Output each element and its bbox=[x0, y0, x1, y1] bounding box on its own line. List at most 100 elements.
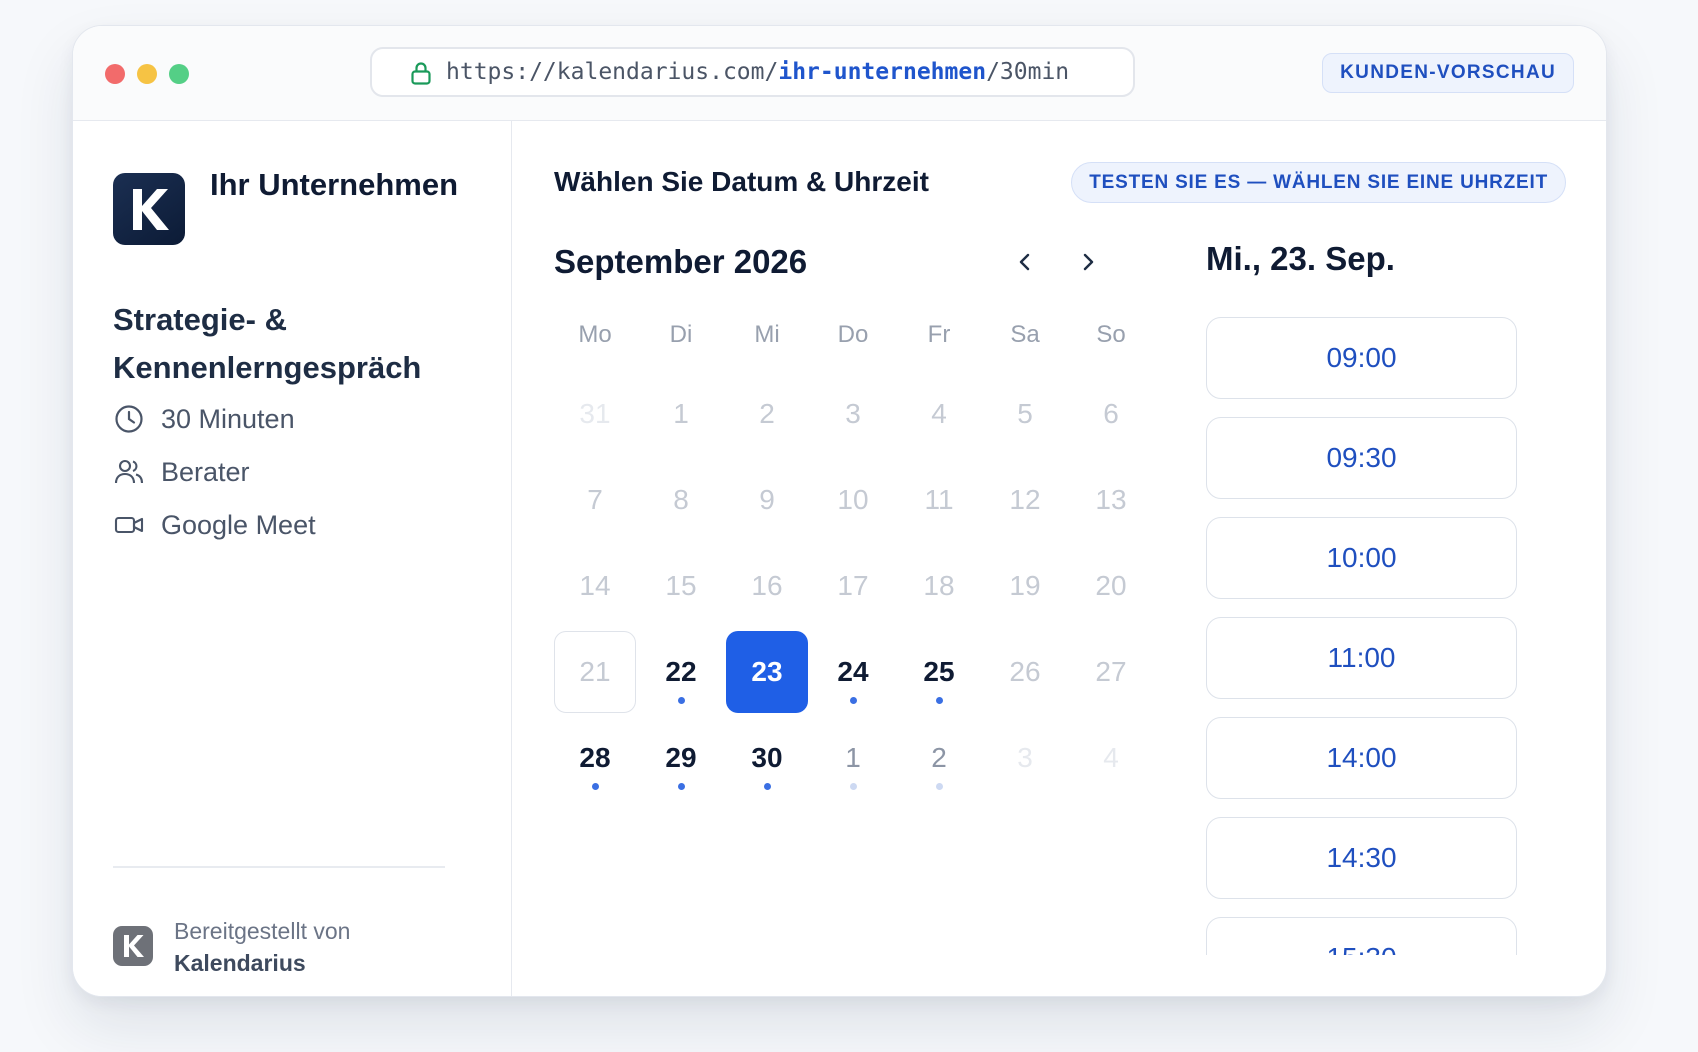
section-title: Wählen Sie Datum & Uhrzeit bbox=[554, 166, 929, 197]
calendar-day: 18 bbox=[898, 545, 980, 627]
calendar-day-number: 8 bbox=[673, 484, 689, 515]
close-window-button[interactable] bbox=[105, 64, 125, 84]
calendar-day: 3 bbox=[984, 717, 1066, 799]
address-bar[interactable]: https://kalendarius.com/ihr-unternehmen/… bbox=[370, 47, 1135, 97]
time-slot-button[interactable]: 09:00 bbox=[1206, 317, 1517, 399]
company-logo bbox=[113, 173, 185, 245]
video-camera-icon bbox=[114, 516, 144, 534]
time-slot-button[interactable]: 10:00 bbox=[1206, 517, 1517, 599]
calendar-day: 27 bbox=[1070, 631, 1152, 713]
time-slot-button[interactable]: 14:30 bbox=[1206, 817, 1517, 899]
calendar-day: 13 bbox=[1070, 459, 1152, 541]
url-prefix: https://kalendarius.com/ bbox=[446, 59, 779, 85]
calendar-day: 8 bbox=[640, 459, 722, 541]
availability-dot bbox=[850, 697, 857, 704]
url-highlight: ihr-unternehmen bbox=[778, 59, 987, 85]
availability-dot bbox=[764, 783, 771, 790]
calendar-day: 12 bbox=[984, 459, 1066, 541]
weekday-label: Sa bbox=[1010, 321, 1040, 348]
calendar-day[interactable]: 22 bbox=[640, 631, 722, 713]
calendar-day-number: 25 bbox=[923, 656, 955, 687]
calendar-day-number: 13 bbox=[1095, 484, 1127, 515]
calendar-day: 16 bbox=[726, 545, 808, 627]
k-logo-icon bbox=[133, 189, 169, 230]
calendar-day[interactable]: 1 bbox=[812, 717, 894, 799]
calendar-day: 1 bbox=[640, 373, 722, 455]
next-month-button[interactable] bbox=[1068, 242, 1108, 282]
calendar-day-number: 1 bbox=[673, 398, 689, 429]
try-it-badge: TESTEN SIE ES — WÄHLEN SIE EINE UHRZEIT bbox=[1071, 162, 1566, 203]
calendar-day-number: 27 bbox=[1095, 656, 1127, 687]
time-slot-list[interactable]: 09:00 09:30 10:00 11:00 14:00 14:30 15:30 bbox=[1206, 317, 1520, 955]
host-row: Berater bbox=[113, 454, 250, 490]
calendar-day-number: 14 bbox=[579, 570, 611, 601]
time-slot-button[interactable]: 09:30 bbox=[1206, 417, 1517, 499]
calendar-day-selected[interactable]: 23 bbox=[726, 631, 808, 713]
calendar-day-number: 4 bbox=[1103, 742, 1119, 773]
calendar-day[interactable]: 25 bbox=[898, 631, 980, 713]
calendar-day-number: 26 bbox=[1009, 656, 1041, 687]
calendar-day-number: 22 bbox=[665, 656, 697, 687]
k-footer-icon bbox=[124, 935, 144, 957]
calendar-day: 26 bbox=[984, 631, 1066, 713]
minimize-window-button[interactable] bbox=[137, 64, 157, 84]
selected-date-heading: Mi., 23. Sep. bbox=[1206, 240, 1395, 277]
duration-text: 30 Minuten bbox=[161, 403, 295, 434]
calendar-day-number: 9 bbox=[759, 484, 775, 515]
footer-brand-link[interactable]: Kalendarius bbox=[174, 950, 306, 977]
calendar-day[interactable]: 30 bbox=[726, 717, 808, 799]
time-slot-button[interactable]: 11:00 bbox=[1206, 617, 1517, 699]
event-title: Strategie- & Kennenlerngespräch bbox=[113, 302, 422, 385]
weekday-label: So bbox=[1096, 321, 1126, 348]
calendar-day-number: 24 bbox=[837, 656, 869, 687]
time-slot-button[interactable]: 15:30 bbox=[1206, 917, 1517, 955]
calendar-day-number: 11 bbox=[924, 484, 954, 515]
calendar-day: 9 bbox=[726, 459, 808, 541]
event-sidebar: Ihr Unternehmen Strategie- & Kennenlerng… bbox=[73, 121, 512, 996]
maximize-window-button[interactable] bbox=[169, 64, 189, 84]
calendar-day[interactable]: 24 bbox=[812, 631, 894, 713]
previous-month-button[interactable] bbox=[1005, 242, 1045, 282]
calendar-day[interactable]: 28 bbox=[554, 717, 636, 799]
footer-provided-by: Bereitgestellt von bbox=[174, 918, 351, 944]
time-slot-button[interactable]: 14:00 bbox=[1206, 717, 1517, 799]
calendar-day: 19 bbox=[984, 545, 1066, 627]
availability-dot bbox=[678, 697, 685, 704]
weekday-label: Mo bbox=[578, 321, 612, 348]
calendar-day-number: 20 bbox=[1095, 570, 1127, 601]
calendar-day-number: 7 bbox=[587, 484, 603, 515]
calendar-day-number: 23 bbox=[751, 656, 783, 687]
calendar-day: 31 bbox=[554, 373, 636, 455]
lock-icon bbox=[411, 62, 431, 85]
availability-dot bbox=[678, 783, 685, 790]
calendar-day: 21 bbox=[554, 631, 636, 713]
users-icon bbox=[114, 459, 144, 484]
calendar-day: 10 bbox=[812, 459, 894, 541]
kalendarius-logo bbox=[113, 926, 153, 966]
calendar-day-number: 5 bbox=[1017, 398, 1033, 429]
location-row: Google Meet bbox=[113, 507, 316, 543]
calendar-day: 2 bbox=[726, 373, 808, 455]
sidebar-divider bbox=[113, 866, 445, 868]
calendar-day-number: 4 bbox=[931, 398, 947, 429]
calendar-day-number: 3 bbox=[845, 398, 861, 429]
calendar-day-number: 2 bbox=[931, 742, 947, 773]
calendar-day: 3 bbox=[812, 373, 894, 455]
calendar-day[interactable]: 2 bbox=[898, 717, 980, 799]
weekday-label: Do bbox=[837, 321, 869, 348]
calendar-day-number: 6 bbox=[1103, 398, 1119, 429]
calendar-day: 6 bbox=[1070, 373, 1152, 455]
calendar-day: 17 bbox=[812, 545, 894, 627]
calendar-day-number: 2 bbox=[759, 398, 775, 429]
calendar-day[interactable]: 29 bbox=[640, 717, 722, 799]
calendar-day: 5 bbox=[984, 373, 1066, 455]
availability-dot bbox=[936, 783, 943, 790]
calendar-day-number: 3 bbox=[1017, 742, 1033, 773]
customer-preview-badge: KUNDEN-VORSCHAU bbox=[1322, 53, 1574, 93]
calendar-day: 4 bbox=[1070, 717, 1152, 799]
company-name: Ihr Unternehmen bbox=[210, 167, 459, 202]
calendar-day-number: 21 bbox=[579, 656, 611, 687]
month-label: September 2026 bbox=[554, 243, 808, 280]
calendar-day: 11 bbox=[898, 459, 980, 541]
scheduling-panel: Wählen Sie Datum & Uhrzeit TESTEN SIE ES… bbox=[512, 121, 1606, 996]
